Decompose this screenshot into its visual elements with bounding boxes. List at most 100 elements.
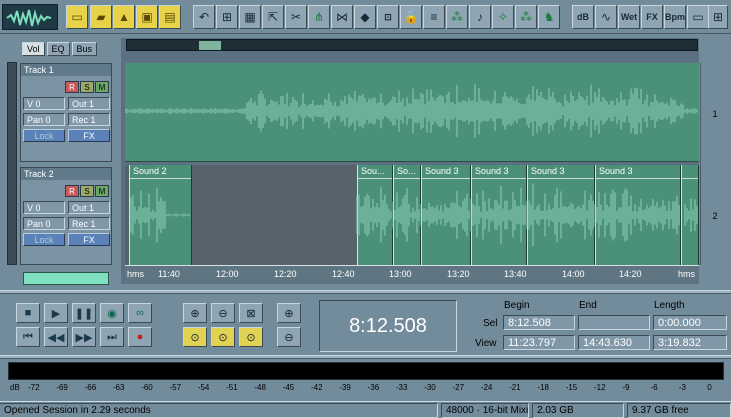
track-2-record-button[interactable]: R [65,185,79,197]
noise-icon[interactable]: ♞ [538,5,560,29]
tab-eq[interactable]: EQ [46,42,70,56]
track-2-output[interactable]: Out 1 [68,201,110,214]
zoom-in-horizontal-icon[interactable]: ⊕ [183,303,207,323]
undo-icon[interactable]: ↶ [193,5,215,29]
splitter-lower[interactable] [0,355,731,359]
view-end-field[interactable]: 14:43.630 [578,335,650,350]
track-2-record-input[interactable]: Rec 1 [68,217,110,230]
split-icon[interactable]: ⋔ [308,5,330,29]
pause-icon[interactable]: ❚❚ [72,303,96,323]
track-1-mute-button[interactable]: M [95,81,109,93]
go-to-start-icon[interactable]: ⏮ [16,327,40,347]
loop-icon[interactable]: ✧ [492,5,514,29]
level-meter [8,362,724,380]
tab-vol[interactable]: Vol [22,42,45,56]
new-session-icon[interactable]: ▭ [66,5,88,29]
insert-icon[interactable]: ⇱ [262,5,284,29]
snap-icon[interactable]: ⊡ [377,5,399,29]
main-toolbar: ▭ ▰ ▲ ▣ ▤ ↶ ⊞ ▦ ⇱ ✂ ⋔ ⋈ ◆ ⊡ 🔒 ≡ ⁂ ♪ ✧ ⁂ … [0,0,731,34]
db-scale-label: -9 [622,383,630,392]
track-1-record-input[interactable]: Rec 1 [68,113,110,126]
wet-button[interactable]: Wet [618,5,640,29]
stop-icon[interactable]: ■ [16,303,40,323]
db-button[interactable]: dB [572,5,594,29]
sound-icon[interactable]: ♪ [469,5,491,29]
view-mode-icon[interactable]: ▭ [687,5,709,29]
track-2-lane[interactable]: Sound 2 Sou... So... Sound 3 Sound 3 Sou… [125,165,699,265]
track-2-rsm: R S M [65,185,109,197]
fx-button[interactable]: FX [641,5,663,29]
time-icon[interactable]: ∿ [595,5,617,29]
track-2-volume[interactable]: V 0 [23,201,65,214]
sel-length-field[interactable]: 0:00.000 [653,315,727,330]
play-icon[interactable]: ▶ [44,303,68,323]
open-session-icon[interactable]: ▲ [113,5,135,29]
lane-number-strip: 1 2 [700,63,728,265]
sel-end-field[interactable] [578,315,650,330]
sel-begin-field[interactable]: 8:12.508 [503,315,575,330]
session-overview[interactable] [126,39,698,51]
zoom-right-icon[interactable]: ⊙ [239,327,263,347]
track-2-fx-button[interactable]: FX [68,233,110,246]
select-icon[interactable]: ◆ [354,5,376,29]
rewind-icon[interactable]: ◀◀ [44,327,68,347]
zoom-out-vertical-icon[interactable]: ⊖ [277,327,301,347]
timeline-tick: 14:00 [562,269,585,279]
begin-header: Begin [504,300,530,311]
lock-icon[interactable]: 🔒 [400,5,422,29]
envelope-icon[interactable]: ⋈ [331,5,353,29]
bpm-button[interactable]: Bpm [664,5,686,29]
db-scale-label: -3 [678,383,687,392]
track-1-name[interactable]: Track 1 [21,64,111,76]
track-1-fx-button[interactable]: FX [68,129,110,142]
mix-icon[interactable]: ⊞ [216,5,238,29]
go-to-end-icon[interactable]: ⏭ [100,327,124,347]
track-2-name[interactable]: Track 2 [21,168,111,180]
zoom-left-icon[interactable]: ⊙ [211,327,235,347]
save-icon[interactable]: ▣ [136,5,158,29]
track-1-volume[interactable]: V 0 [23,97,65,110]
save-all-icon[interactable]: ▤ [159,5,181,29]
play-from-cursor-icon[interactable]: ◉ [100,303,124,323]
fast-forward-icon[interactable]: ▶▶ [72,327,96,347]
view-label: View [475,338,497,349]
export-icon[interactable]: ▦ [239,5,261,29]
zoom-out-horizontal-icon[interactable]: ⊖ [211,303,235,323]
status-disk: 9.37 GB free [627,403,731,418]
track-2-mute-button[interactable]: M [95,185,109,197]
db-scale: dB -72 -69 -66 -63 -60 -57 -54 -51 -48 -45 -42 -39 -3… [8,380,724,394]
record-button-icon[interactable]: ● [128,327,152,347]
track-2-solo-button[interactable]: S [80,185,94,197]
loop-playback-icon[interactable]: ∞ [128,303,152,323]
track-2-lock-button[interactable]: Lock [23,233,65,246]
record-icon[interactable]: ⁂ [446,5,468,29]
zoom-in-vertical-icon[interactable]: ⊕ [277,303,301,323]
db-scale-label: -60 [141,383,153,392]
cut-icon[interactable]: ✂ [285,5,307,29]
db-scale-label: -30 [424,383,436,392]
zoom-full-icon[interactable]: ⊠ [239,303,263,323]
status-memory: 2.03 GB [532,403,624,418]
track-1-output[interactable]: Out 1 [68,97,110,110]
track-1-lock-button[interactable]: Lock [23,129,65,142]
view-begin-field[interactable]: 11:23.797 [503,335,575,350]
track-1-lane[interactable] [124,63,699,162]
timeline-ruler[interactable]: hms 11:40 12:00 12:20 12:40 13:00 13:20 … [125,265,699,283]
timeline-tick: 12:00 [216,269,239,279]
db-scale-label: -27 [452,383,465,392]
group-icon[interactable]: ≡ [423,5,445,29]
track-1-pan[interactable]: Pan 0 [23,113,65,126]
splitter[interactable] [0,290,731,294]
track-2-pan[interactable]: Pan 0 [23,217,65,230]
track-1-record-button[interactable]: R [65,81,79,93]
track-1-solo-button[interactable]: S [80,81,94,93]
overview-thumb[interactable] [199,41,221,50]
lane-number-2: 2 [712,211,718,221]
zoom-selection-icon[interactable]: ⊙ [183,327,207,347]
timeline-tick: 11:40 [158,269,180,279]
tab-bus[interactable]: Bus [71,42,98,56]
tune-icon[interactable]: ⁂ [515,5,537,29]
open-file-icon[interactable]: ▰ [90,5,112,29]
view-length-field[interactable]: 3:19.832 [653,335,727,350]
grid-icon[interactable]: ⊞ [708,5,728,29]
